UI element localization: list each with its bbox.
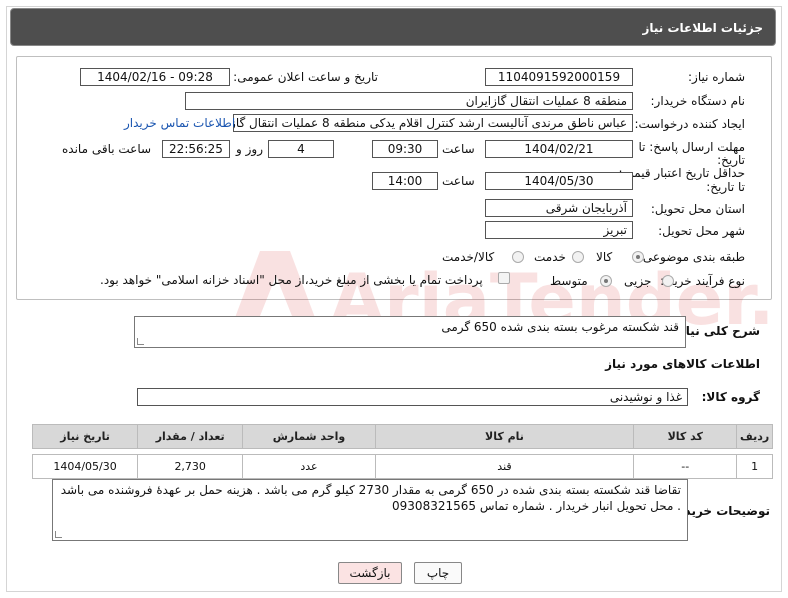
cell-code: -- bbox=[633, 454, 738, 479]
back-button[interactable]: بازگشت bbox=[338, 562, 402, 584]
category-label: طبقه بندی موضوعی: bbox=[638, 250, 745, 264]
page-title: جزئیات اطلاعات نیاز bbox=[642, 21, 763, 35]
deadline-label-line1: مهلت ارسال پاسخ: تا bbox=[638, 140, 745, 154]
process-radio-minor[interactable] bbox=[662, 275, 674, 287]
need-number-field: 1104091592000159 bbox=[485, 68, 633, 86]
buyer-contact-link[interactable]: اطلاعات تماس خریدار bbox=[124, 116, 235, 130]
price-validity-time-field: 14:00 bbox=[372, 172, 438, 190]
cell-quantity: 2,730 bbox=[137, 454, 244, 479]
days-label: روز و bbox=[236, 142, 263, 156]
price-validity-date-field: 1404/05/30 bbox=[485, 172, 633, 190]
deadline-time-label: ساعت bbox=[442, 142, 475, 156]
deadline-label-line2: تاریخ: bbox=[717, 153, 745, 167]
cell-need-date: 1404/05/30 bbox=[31, 454, 139, 479]
page-header: جزئیات اطلاعات نیاز bbox=[10, 8, 776, 46]
col-header-code: کد کالا bbox=[633, 424, 738, 449]
requester-label: ايجاد كننده درخواست: bbox=[634, 117, 745, 131]
remaining-time-field: 22:56:25 bbox=[162, 140, 230, 158]
cell-name: قند bbox=[374, 454, 635, 479]
category-option-goods: کالا bbox=[596, 250, 613, 264]
category-radio-service[interactable] bbox=[572, 251, 584, 263]
treasury-payment-checkbox[interactable] bbox=[498, 272, 510, 284]
announce-datetime-label: تاریخ و ساعت اعلان عمومی: bbox=[233, 70, 378, 84]
process-radio-medium[interactable] bbox=[600, 275, 612, 287]
need-number-label: شماره نیاز: bbox=[688, 70, 745, 84]
goods-table: ردیف کد کالا نام کالا واحد شمارش تعداد /… bbox=[31, 424, 773, 479]
buyer-notes-textarea: تقاضا قند شکسته بسته بندی شده در 650 گرم… bbox=[52, 479, 688, 541]
cell-row-number: 1 bbox=[736, 454, 773, 479]
summary-label: شرح کلی نیاز: bbox=[674, 324, 760, 338]
table-row[interactable]: 1 -- قند عدد 2,730 1404/05/30 bbox=[31, 454, 773, 479]
category-radio-goods-service[interactable] bbox=[512, 251, 524, 263]
goods-info-title: اطلاعات کالاهای مورد نیاز bbox=[605, 357, 760, 371]
goods-group-label: گروه کالا: bbox=[701, 390, 760, 404]
buyer-notes-text: تقاضا قند شکسته بسته بندی شده در 650 گرم… bbox=[60, 483, 681, 513]
requester-field: عباس ناطق مرندی آنالیست ارشد کنترل اقلام… bbox=[233, 114, 633, 132]
goods-table-header: ردیف کد کالا نام کالا واحد شمارش تعداد /… bbox=[31, 424, 773, 449]
deadline-date-field: 1404/02/21 bbox=[485, 140, 633, 158]
resize-grip-icon[interactable] bbox=[55, 531, 62, 538]
treasury-payment-note: پرداخت تمام یا بخشی از مبلغ خرید،از محل … bbox=[100, 273, 483, 287]
col-header-need-date: تاریخ نیاز bbox=[31, 424, 139, 449]
col-header-row-number: ردیف bbox=[736, 424, 773, 449]
buyer-org-label: نام دستگاه خريدار: bbox=[650, 94, 746, 108]
print-button[interactable]: چاپ bbox=[414, 562, 462, 584]
buyer-org-field: منطقه 8 عملیات انتقال گازایران bbox=[185, 92, 633, 110]
category-radio-goods[interactable] bbox=[632, 251, 644, 263]
process-option-minor: جزیی bbox=[624, 274, 652, 288]
price-validity-label-line1: حداقل تاريخ اعتبار قيمت: bbox=[618, 166, 745, 180]
col-header-quantity: تعداد / مقدار bbox=[137, 424, 244, 449]
category-option-service: خدمت bbox=[534, 250, 566, 264]
deadline-time-field: 09:30 bbox=[372, 140, 438, 158]
cell-unit: عدد bbox=[242, 454, 376, 479]
price-validity-time-label: ساعت bbox=[442, 174, 475, 188]
process-option-medium: متوسط bbox=[550, 274, 588, 288]
goods-group-field: غذا و نوشیدنی bbox=[137, 388, 688, 406]
announce-datetime-field: 1404/02/16 - 09:28 bbox=[80, 68, 230, 86]
col-header-unit: واحد شمارش bbox=[242, 424, 376, 449]
delivery-city-field: تبریز bbox=[485, 221, 633, 239]
summary-textarea: قند شکسته مرغوب بسته بندی شده 650 گرمی bbox=[134, 316, 686, 348]
delivery-province-field: آذربایجان شرقی bbox=[485, 199, 633, 217]
delivery-city-label: شهر محل تحويل: bbox=[658, 224, 745, 238]
remaining-time-label: ساعت باقی مانده bbox=[62, 142, 152, 156]
price-validity-label-line2: تا تاریخ: bbox=[706, 180, 745, 194]
delivery-province-label: استان محل تحويل: bbox=[650, 202, 745, 216]
resize-grip-icon[interactable] bbox=[137, 338, 144, 345]
col-header-name: نام کالا bbox=[374, 424, 635, 449]
category-option-goods-service: کالا/خدمت bbox=[442, 250, 495, 264]
remaining-days-field: 4 bbox=[268, 140, 334, 158]
summary-text: قند شکسته مرغوب بسته بندی شده 650 گرمی bbox=[441, 320, 679, 334]
